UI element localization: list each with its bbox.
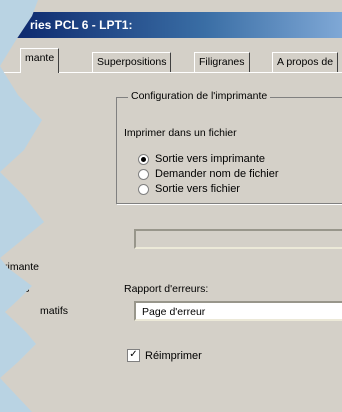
radio-button[interactable] — [138, 183, 149, 195]
error-report-select[interactable]: Page d'erreur — [134, 301, 342, 321]
window-title: ries PCL 6 - LPT1: — [0, 12, 342, 38]
tab-a-propos[interactable]: A propos de — [272, 52, 339, 72]
reprint-checkbox-row[interactable]: ✓ Réimprimer — [127, 349, 202, 362]
reprint-checkbox[interactable]: ✓ — [127, 349, 140, 362]
radio-button[interactable] — [138, 168, 149, 180]
radio-selected-dot — [141, 156, 146, 162]
radio-ask-filename[interactable]: Demander nom de fichier — [138, 167, 279, 181]
printer-properties-dialog: ries PCL 6 - LPT1: mante Superpositions … — [0, 0, 342, 412]
radio-output-printer[interactable]: Sortie vers imprimante — [138, 152, 265, 166]
tab-imprimante[interactable]: mante — [20, 48, 60, 73]
left-item-formatifs: matifs — [40, 305, 69, 317]
tab-panel: rimante s matifs Configuration de l'impr… — [0, 72, 342, 412]
radio-label: Demander nom de fichier — [155, 168, 279, 180]
error-report-value: Page d'erreur — [142, 306, 206, 318]
tab-strip: mante Superpositions Filigranes A propos… — [0, 48, 342, 73]
radio-label: Sortie vers imprimante — [155, 153, 266, 165]
tab-filigranes[interactable]: Filigranes — [194, 52, 250, 72]
tab-superpositions[interactable]: Superpositions — [92, 52, 172, 72]
reprint-label: Réimprimer — [145, 349, 202, 362]
radio-output-file[interactable]: Sortie vers fichier — [138, 182, 240, 196]
file-path-input[interactable] — [134, 229, 342, 249]
printer-config-title: Configuration de l'imprimante — [128, 90, 271, 102]
error-report-label: Rapport d'erreurs: — [124, 283, 209, 295]
radio-button[interactable] — [138, 153, 149, 165]
radio-label: Sortie vers fichier — [155, 183, 240, 195]
print-to-file-label: Imprimer dans un fichier — [124, 127, 237, 139]
